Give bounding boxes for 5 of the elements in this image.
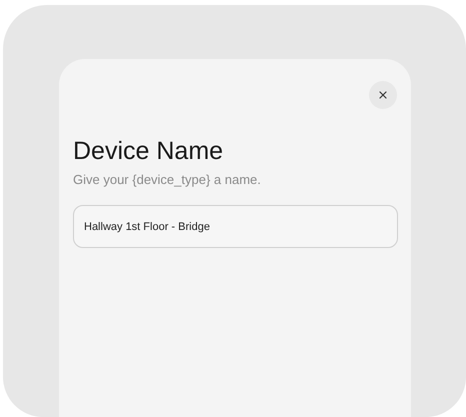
dialog-subtitle: Give your {device_type} a name. <box>73 172 262 188</box>
close-icon <box>377 89 389 101</box>
dialog-title: Device Name <box>73 136 224 166</box>
close-button[interactable] <box>369 81 397 109</box>
name-field[interactable]: Hallway 1st Floor - Bridge <box>73 205 398 248</box>
